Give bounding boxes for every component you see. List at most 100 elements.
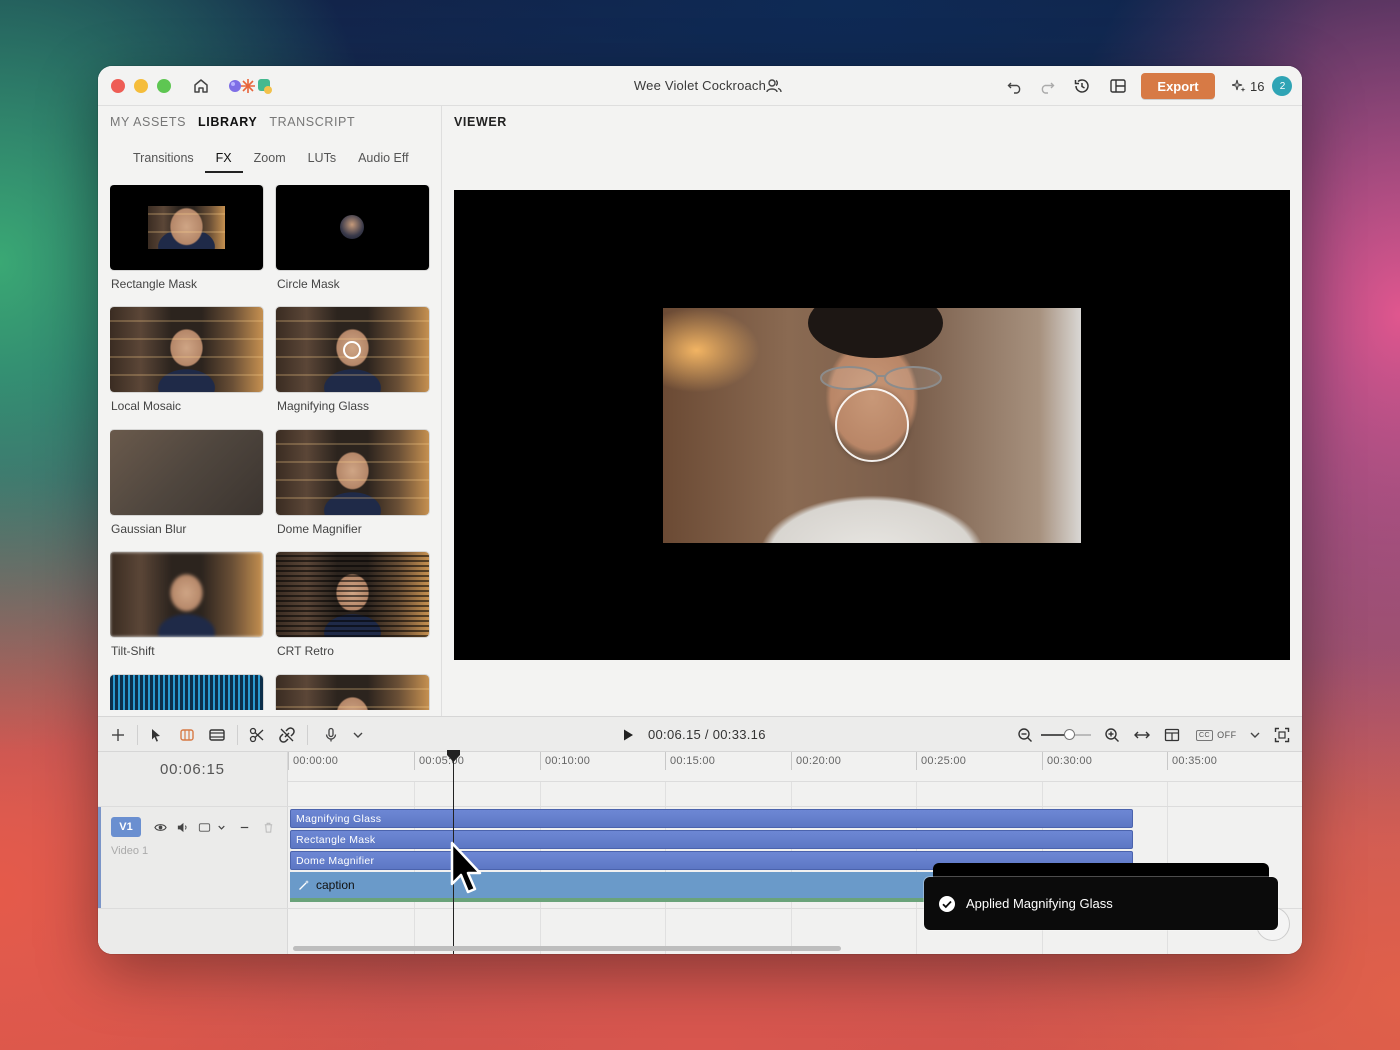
- video-preview[interactable]: [663, 308, 1081, 543]
- redo-icon[interactable]: [1038, 77, 1056, 95]
- scissors-icon[interactable]: [248, 726, 266, 744]
- timecode-display: 00:06.15 / 00:33.16: [648, 727, 766, 742]
- caption-clip-label: caption: [316, 878, 355, 892]
- timeline-horizontal-scrollbar[interactable]: [293, 946, 841, 951]
- fx-item-partial[interactable]: [110, 675, 263, 710]
- subtab-audio-effects[interactable]: Audio Eff: [347, 151, 420, 173]
- fx-thumbnail: [110, 307, 263, 392]
- viewer-label: VIEWER: [454, 115, 507, 129]
- layout-panel-icon[interactable]: [1109, 77, 1127, 95]
- fx-label: Dome Magnifier: [277, 522, 362, 536]
- fx-label: Local Mosaic: [111, 399, 182, 413]
- chevron-down-icon[interactable]: [1246, 726, 1264, 744]
- timeline-toolbar: 00:06.15 / 00:33.16 CC OFF: [98, 716, 1302, 752]
- unlink-icon[interactable]: [278, 726, 296, 744]
- fx-thumbnail: [110, 430, 263, 515]
- effect-clip-rectangle-mask[interactable]: Rectangle Mask: [290, 830, 1133, 849]
- viewer-panel: VIEWER: [442, 106, 1302, 716]
- fx-item-magnifying-glass[interactable]: Magnifying Glass: [276, 307, 429, 413]
- fx-thumbnail: [276, 307, 429, 392]
- playhead-timecode: 00:06:15: [160, 761, 225, 778]
- viewer-canvas[interactable]: [454, 190, 1290, 660]
- timeline-zoom-slider[interactable]: [1041, 729, 1091, 740]
- ruler-label: 00:25:00: [921, 755, 967, 767]
- volume-icon[interactable]: [176, 821, 189, 834]
- credits-indicator[interactable]: 16 2: [1232, 76, 1293, 96]
- time-ruler[interactable]: 00:00:00 00:05:00 00:10:00 00:15:00 00:2…: [288, 752, 1302, 782]
- fx-thumbnail: [110, 675, 263, 710]
- ruler-label: 00:20:00: [796, 755, 842, 767]
- play-icon[interactable]: [619, 726, 637, 744]
- captions-state: OFF: [1217, 730, 1237, 740]
- subtab-transitions[interactable]: Transitions: [122, 151, 205, 173]
- caption-clip[interactable]: caption: [290, 872, 940, 902]
- zoom-slider-knob[interactable]: [1064, 729, 1075, 740]
- ruler-label: 00:35:00: [1172, 755, 1218, 767]
- fx-thumbnail: [110, 552, 263, 637]
- ruler-label: 00:30:00: [1047, 755, 1093, 767]
- zoom-out-icon[interactable]: [1016, 726, 1034, 744]
- chevron-down-icon[interactable]: [349, 726, 367, 744]
- smart-trim-icon[interactable]: [178, 726, 196, 744]
- subtab-zoom[interactable]: Zoom: [243, 151, 297, 173]
- fx-item-rectangle-mask[interactable]: Rectangle Mask: [110, 185, 263, 291]
- tab-my-assets[interactable]: MY ASSETS: [110, 115, 186, 129]
- tab-library[interactable]: LIBRARY: [198, 115, 257, 129]
- cc-icon: CC: [1196, 729, 1214, 741]
- fx-thumbnail: [276, 430, 429, 515]
- mouse-cursor-icon: [450, 841, 482, 894]
- fx-label: CRT Retro: [277, 644, 334, 658]
- fx-thumbnail: [276, 185, 429, 270]
- fx-item-local-mosaic[interactable]: Local Mosaic: [110, 307, 263, 413]
- project-title[interactable]: Wee Violet Cockroach: [634, 78, 766, 93]
- toast-notification: Applied Magnifying Glass: [924, 877, 1278, 930]
- trash-icon[interactable]: [262, 821, 275, 834]
- subtab-luts[interactable]: LUTs: [297, 151, 347, 173]
- subtab-fx[interactable]: FX: [204, 151, 243, 173]
- visibility-eye-icon[interactable]: [154, 821, 167, 834]
- microphone-icon[interactable]: [322, 726, 340, 744]
- ruler-label: 00:00:00: [293, 755, 339, 767]
- fx-label: Circle Mask: [277, 277, 340, 291]
- panel-main-tabs: MY ASSETS LIBRARY TRANSCRIPT: [110, 115, 355, 129]
- track-captions-icon[interactable]: [198, 821, 211, 834]
- select-pointer-icon[interactable]: [147, 726, 165, 744]
- fit-width-icon[interactable]: [1133, 726, 1151, 744]
- track-badge[interactable]: V1: [111, 817, 141, 837]
- notification-badge[interactable]: 2: [1272, 76, 1293, 96]
- fullscreen-icon[interactable]: [1273, 726, 1291, 744]
- fx-label: Rectangle Mask: [111, 277, 198, 291]
- fx-item-gaussian-blur[interactable]: Gaussian Blur: [110, 430, 263, 536]
- fx-item-dome-magnifier[interactable]: Dome Magnifier: [276, 430, 429, 536]
- minus-icon[interactable]: [238, 821, 251, 834]
- tab-transcript[interactable]: TRANSCRIPT: [269, 115, 355, 129]
- track-selection-indicator: [98, 807, 101, 908]
- chevron-down-icon[interactable]: [215, 821, 228, 834]
- captions-toggle[interactable]: CC OFF: [1196, 726, 1237, 744]
- filmstrip-icon[interactable]: [208, 726, 226, 744]
- fx-item-crt-retro[interactable]: CRT Retro: [276, 552, 429, 658]
- add-icon[interactable]: [109, 726, 127, 744]
- zoom-in-icon[interactable]: [1103, 726, 1121, 744]
- layout-toggle-icon[interactable]: [1163, 726, 1181, 744]
- export-button[interactable]: Export: [1141, 73, 1215, 99]
- fx-label: Tilt-Shift: [111, 644, 155, 658]
- fx-grid: Rectangle Mask Circle Mask Local Mosaic …: [110, 185, 430, 710]
- undo-icon[interactable]: [1006, 77, 1024, 95]
- check-circle-icon: [939, 895, 955, 912]
- magnifier-overlay[interactable]: [835, 388, 909, 462]
- history-icon[interactable]: [1073, 77, 1091, 95]
- track-name: Video 1: [111, 845, 149, 857]
- fx-thumbnail: [276, 675, 429, 710]
- fx-item-circle-mask[interactable]: Circle Mask: [276, 185, 429, 291]
- ruler-label: 00:10:00: [545, 755, 591, 767]
- fx-item-tilt-shift[interactable]: Tilt-Shift: [110, 552, 263, 658]
- collaborators-icon[interactable]: [765, 77, 783, 95]
- fx-item-partial[interactable]: [276, 675, 429, 710]
- assets-panel: MY ASSETS LIBRARY TRANSCRIPT Transitions…: [98, 106, 442, 716]
- effect-clip-magnifying-glass[interactable]: Magnifying Glass: [290, 809, 1133, 828]
- playhead-handle[interactable]: [447, 750, 460, 762]
- title-bar: Wee Violet Cockroach Export 16 2: [98, 66, 1302, 106]
- editor-window: Wee Violet Cockroach Export 16 2 MY ASSE…: [98, 66, 1302, 954]
- sparkle-icon: [1232, 79, 1246, 92]
